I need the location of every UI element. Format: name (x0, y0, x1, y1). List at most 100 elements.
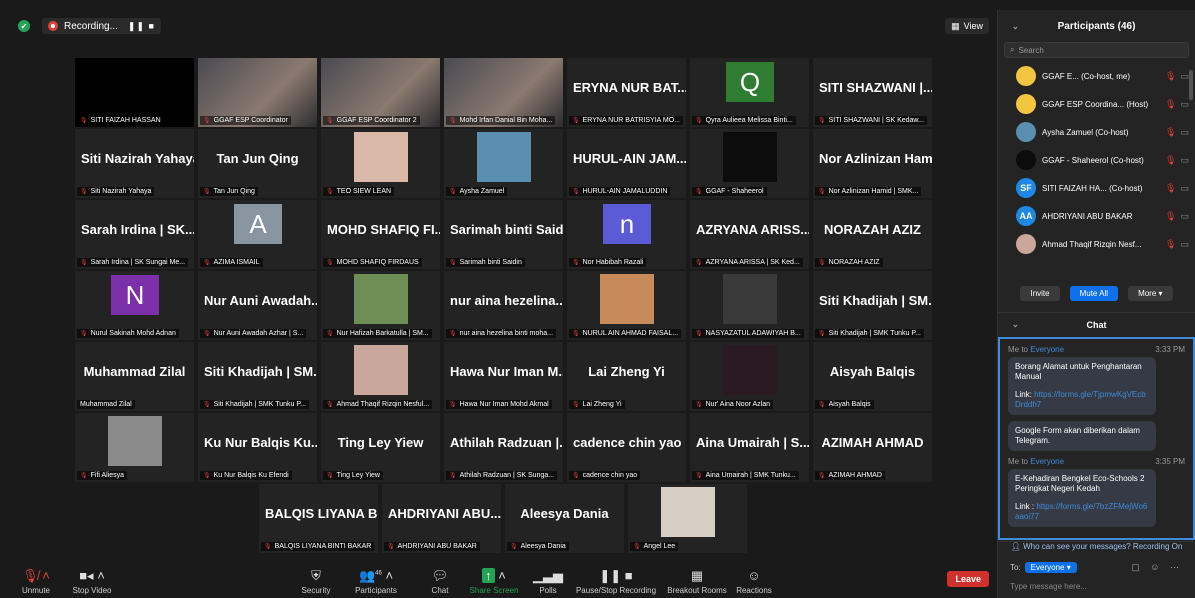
participant-tile[interactable]: 🎙︎ Nur' Aina Noor Azlan (690, 342, 809, 411)
participant-tile[interactable]: ERYNA NUR BAT... 🎙︎ ERYNA NUR BATRISYIA MO… (567, 58, 686, 127)
chat-link[interactable]: https://forms.gle/TjpmwKgVEcbDrddh7 (1015, 390, 1146, 409)
participant-tile[interactable]: HURUL-AIN JAM... 🎙︎ HURUL-AIN JAMALUDDIN (567, 129, 686, 198)
participant-tile[interactable]: A 🎙︎ AZIMA ISMAIL (198, 200, 317, 269)
share-screen-button[interactable]: ↑ ˄ Share Screen (464, 568, 524, 595)
participant-tile[interactable]: Aina Umairah | S... 🎙︎ Aina Umairah | SMK … (690, 413, 809, 482)
pause-recording-button[interactable]: ❚❚ ■ Pause/Stop Recording (574, 568, 658, 595)
participant-tile[interactable]: AZIMAH AHMAD 🎙︎ AZIMAH AHMAD (813, 413, 932, 482)
participant-tile[interactable]: Hawa Nur Iman M... 🎙︎ Hawa Nur Iman Mohd A… (444, 342, 563, 411)
participant-tile[interactable]: Ku Nur Balqis Ku... 🎙︎ Ku Nur Balqis Ku Ef… (198, 413, 317, 482)
chat-message-meta: Me to Everyone 3:33 PM (1008, 345, 1185, 354)
participant-row[interactable]: GGAF E... (Co-host, me) 🎙︎ ▭ (998, 62, 1195, 90)
participant-scrollbar[interactable] (1189, 70, 1193, 100)
participant-row[interactable]: Ahmad Thaqif Rizqin Nesf... 🎙︎ ▭ (998, 230, 1195, 258)
participant-tile[interactable]: 🎙︎ NURUL AIN AHMAD FAISAL... (567, 271, 686, 340)
participant-tile[interactable]: Lai Zheng Yi 🎙︎ Lai Zheng Yi (567, 342, 686, 411)
participants-title: Participants (46) (1057, 20, 1136, 32)
participant-row[interactable]: GGAF - Shaheerol (Co-host) 🎙︎ ▭ (998, 146, 1195, 174)
search-placeholder: Search (1018, 45, 1044, 55)
invite-button[interactable]: Invite (1020, 286, 1060, 301)
who-can-see-link[interactable]: 👤︎ Who can see your messages? Recording … (998, 541, 1195, 555)
mute-all-button[interactable]: Mute All (1069, 286, 1119, 301)
mic-muted-icon: 🎙︎ (80, 260, 88, 266)
participant-tile[interactable]: 🎙︎ SITI FAIZAH HASSAN (75, 58, 194, 127)
chevron-down-icon[interactable]: ⌄ (1012, 320, 1019, 329)
participant-tile[interactable]: 🎙︎ Fifi Aliesya (75, 413, 194, 482)
grid-icon: ▦ (690, 568, 704, 583)
participant-name-label: 🎙︎ Tan Jun Qing (200, 187, 258, 196)
participant-tile[interactable]: nur aina hezelina... 🎙︎ nur aina hezelina … (444, 271, 563, 340)
participant-tile[interactable]: BALQIS LIYANA B... 🎙︎ BALQIS LIYANA BINTI … (259, 484, 378, 553)
participant-display-name: Aina Umairah | S... (696, 435, 809, 450)
shield-icon[interactable]: ✔ (18, 20, 30, 32)
participant-display-name: NORAZAH AZIZ (823, 222, 921, 237)
participant-tile[interactable]: N 🎙︎ Nurul Sakinah Mohd Adnan (75, 271, 194, 340)
polls-button[interactable]: ▁▃▅ Polls (518, 568, 578, 595)
participant-tile[interactable]: 🎙︎ Aysha Zamuel (444, 129, 563, 198)
participant-tile[interactable]: AZRYANA ARISS... 🎙︎ AZRYANA ARISSA | SK Ke… (690, 200, 809, 269)
participant-tile[interactable]: SITI SHAZWANI |... 🎙︎ SITI SHAZWANI | SK K… (813, 58, 932, 127)
recording-controls[interactable]: ❚❚ ■ (128, 21, 155, 32)
participant-row[interactable]: AA AHDRIYANI ABU BAKAR 🎙︎ ▭ (998, 202, 1195, 230)
participant-tile[interactable]: Siti Khadijah | SM... 🎙︎ Siti Khadijah | S… (813, 271, 932, 340)
participant-tile[interactable]: 🎙︎ GGAF ESP Coordinator (198, 58, 317, 127)
participant-tile[interactable]: cadence chin yao 🎙︎ cadence chin yao (567, 413, 686, 482)
unmute-button[interactable]: 🎙︎̸ ˄ Unmute (6, 568, 66, 595)
participant-tile[interactable]: Aisyah Balqis 🎙︎ Aisyah Balqis (813, 342, 932, 411)
participant-tile[interactable]: Ting Ley Yiew 🎙︎ Ting Ley Yiew (321, 413, 440, 482)
chat-messages[interactable]: Me to Everyone 3:33 PM Borang Alamat untuk… (998, 337, 1195, 540)
participant-tile[interactable]: 🎙︎ Nur Hafizah Barkatulla | SM... (321, 271, 440, 340)
stop-video-button[interactable]: ■◂ ˄ Stop Video (62, 568, 122, 595)
participant-tile[interactable]: Nor Azlinizan Ham... 🎙︎ Nor Azlinizan Hami… (813, 129, 932, 198)
leave-button[interactable]: Leave (947, 571, 989, 587)
participant-tile[interactable]: 🎙︎ GGAF - Shaheerol (690, 129, 809, 198)
mic-muted-icon: 🎙︎ (572, 118, 580, 124)
participant-tile[interactable]: Athilah Radzuan |... 🎙︎ Athilah Radzuan | … (444, 413, 563, 482)
security-button[interactable]: ⛨ Security (286, 568, 346, 595)
chat-input[interactable]: Type message here... (1010, 582, 1087, 591)
participant-name: Aisyah Balqis (828, 401, 871, 408)
participant-tile[interactable]: MOHD SHAFIQ FI... 🎙︎ MOHD SHAFIQ FIRDAUS (321, 200, 440, 269)
chat-text: Google Form akan diberikan dalam Telegra… (1015, 426, 1140, 445)
participant-row[interactable]: Aysha Zamuel (Co-host) 🎙︎ ▭ (998, 118, 1195, 146)
top-bar: ✔ Recording... ❚❚ ■ ▦ View (0, 10, 997, 42)
participant-tile[interactable]: Muhammad Zilal Muhammad Zilal (75, 342, 194, 411)
more-button[interactable]: More ▾ (1128, 286, 1173, 301)
participant-name: Nor Habibah Razali (582, 259, 644, 266)
chevron-down-icon[interactable]: ⌄ (1012, 22, 1019, 31)
participant-name: SITI FAIZAH HASSAN (90, 117, 161, 124)
participant-display-name: Sarah Irdina | SK... (81, 222, 194, 237)
participant-tile[interactable]: 🎙︎ GGAF ESP Coordinator 2 (321, 58, 440, 127)
recording-indicator[interactable]: Recording... ❚❚ ■ (42, 18, 161, 34)
participant-row[interactable]: GGAF ESP Coordina... (Host) 🎙︎ ▭ (998, 90, 1195, 118)
participant-tile[interactable]: 🎙︎ Angel Lee (628, 484, 747, 553)
participant-tile[interactable]: NORAZAH AZIZ 🎙︎ NORAZAH AZIZ (813, 200, 932, 269)
participant-tile[interactable]: n 🎙︎ Nor Habibah Razali (567, 200, 686, 269)
participant-tile[interactable]: Q 🎙︎ Qyra Aulieea Melissa Binti... (690, 58, 809, 127)
avatar (1016, 234, 1036, 254)
chat-tools-icons[interactable]: ▢ ☺ ⋯ (1131, 562, 1183, 573)
reactions-button[interactable]: ☺ Reactions (724, 568, 784, 595)
participant-tile[interactable]: Aleesya Dania 🎙︎ Aleesya Dania (505, 484, 624, 553)
participants-button[interactable]: 👥46 ˄ Participants (346, 568, 406, 595)
participant-name: GGAF ESP Coordinator (213, 117, 288, 124)
participant-tile[interactable]: 🎙︎ Mohd Irfan Danial Bin Moha... (444, 58, 563, 127)
participant-tile[interactable]: 🎙︎ TEO SIEW LEAN (321, 129, 440, 198)
participant-tile[interactable]: 🎙︎ Ahmad Thaqif Rizqin Nesful... (321, 342, 440, 411)
participant-name: Fifi Aliesya (90, 472, 125, 479)
participant-tile[interactable]: Sarah Irdina | SK... 🎙︎ Sarah Irdina | SK … (75, 200, 194, 269)
breakout-rooms-button[interactable]: ▦ Breakout Rooms (662, 568, 732, 595)
participant-row[interactable]: SF SITI FAIZAH HA... (Co-host) 🎙︎ ▭ (998, 174, 1195, 202)
view-button[interactable]: ▦ View (945, 18, 989, 34)
participant-tile[interactable]: Nur Auni Awadah... 🎙︎ Nur Auni Awadah Azha… (198, 271, 317, 340)
participant-tile[interactable]: Tan Jun Qing 🎙︎ Tan Jun Qing (198, 129, 317, 198)
participant-search-input[interactable]: ⌕ Search (1004, 42, 1189, 58)
participant-tile[interactable]: Siti Nazirah Yahaya 🎙︎ Siti Nazirah Yahaya (75, 129, 194, 198)
participant-tile[interactable]: AHDRIYANI ABU... 🎙︎ AHDRIYANI ABU BAKAR (382, 484, 501, 553)
chat-button[interactable]: 💬︎ Chat (410, 568, 470, 595)
participant-tile[interactable]: 🎙︎ NASYAZATUL ADAWIYAH B... (690, 271, 809, 340)
recipient-select[interactable]: Everyone ▾ (1024, 562, 1077, 573)
mic-muted-icon: 🎙︎ (1165, 210, 1177, 221)
participant-tile[interactable]: Sarimah binti Saidin 🎙︎ Sarimah binti Said… (444, 200, 563, 269)
participant-tile[interactable]: Siti Khadijah | SM... 🎙︎ Siti Khadijah | S… (198, 342, 317, 411)
